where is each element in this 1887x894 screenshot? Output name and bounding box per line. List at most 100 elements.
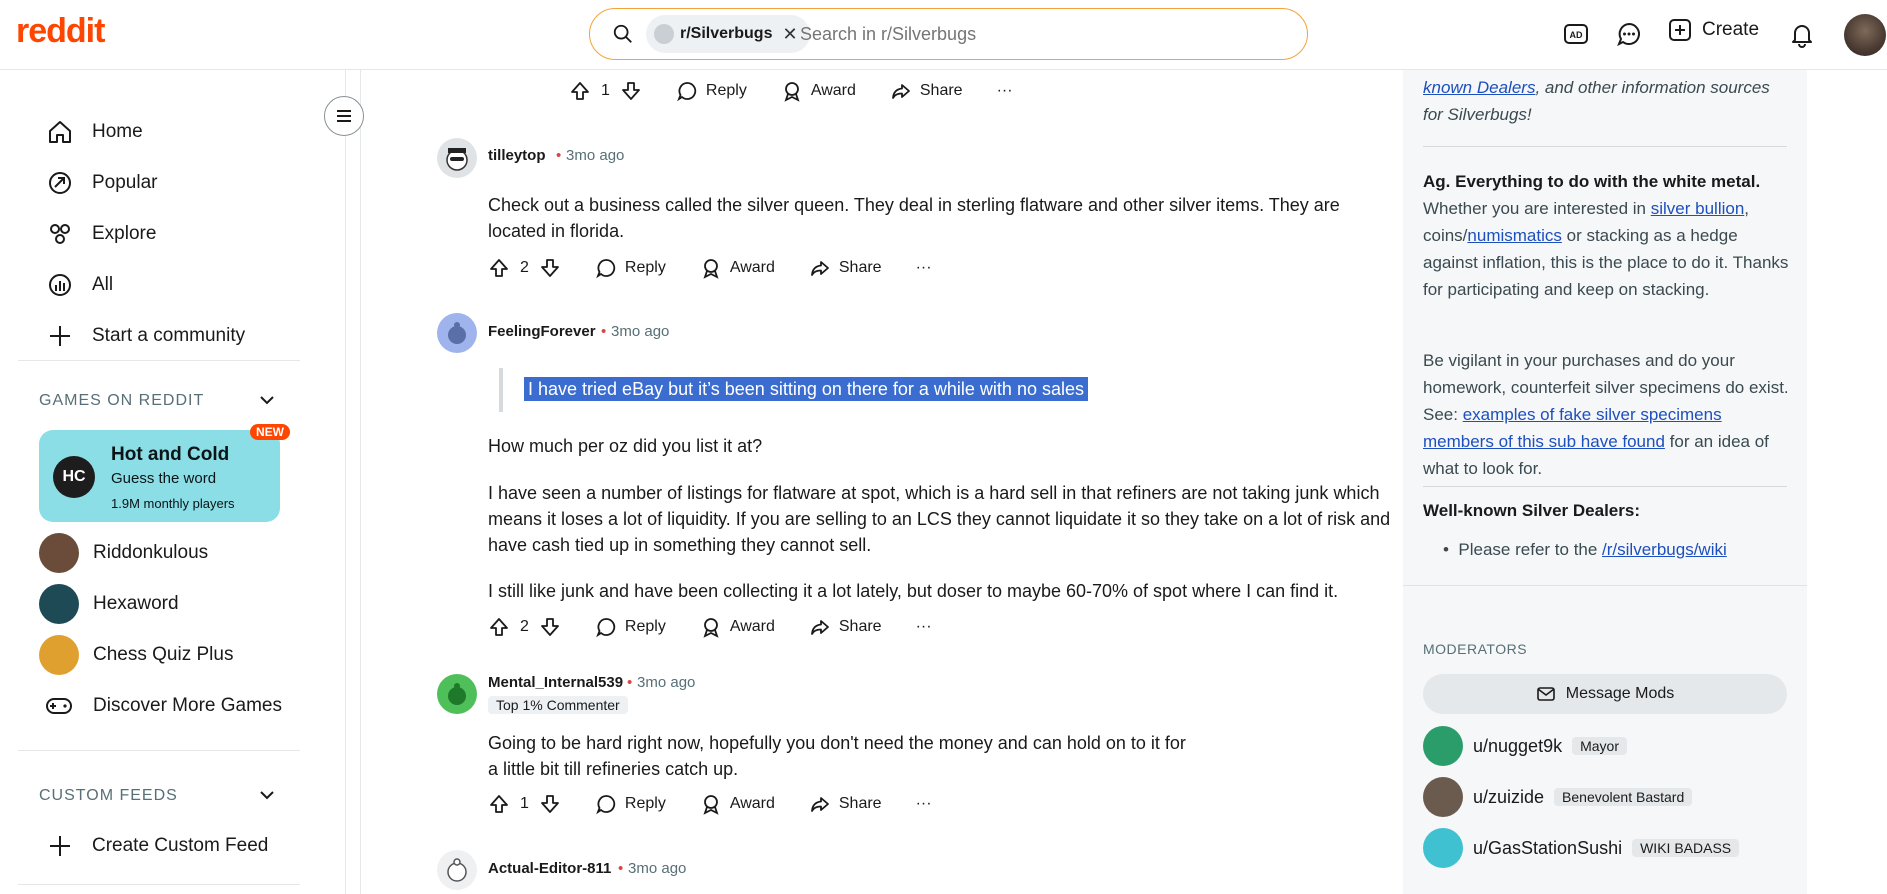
reply-button[interactable]: Reply [595,616,666,638]
vote-control: 1 [488,793,561,815]
subreddit-sidebar: known Dealers, and other information sou… [1403,70,1807,894]
sidebar-item-start-community[interactable]: Start a community [46,320,245,352]
award-icon [703,618,719,638]
create-custom-feed[interactable]: Create Custom Feed [46,830,268,862]
comment-time[interactable]: 3mo ago [566,147,624,164]
downvote-icon[interactable] [620,80,642,102]
moderator-flair: Benevolent Bastard [1554,788,1693,806]
create-button[interactable]: Create [1668,18,1759,42]
sidebar-divider [18,750,300,751]
numismatics-link[interactable]: numismatics [1467,226,1561,245]
more-options-button[interactable]: ··· [916,259,932,277]
silver-bullion-link[interactable]: silver bullion [1651,199,1745,218]
search-icon [613,24,632,43]
moderator-item[interactable]: u/nugget9k Mayor [1423,726,1627,766]
chevron-down-icon[interactable] [255,783,279,807]
snoo-avatar-icon [448,683,466,705]
message-mods-button[interactable]: Message Mods [1423,674,1787,714]
share-icon [810,797,829,812]
popular-icon [49,172,71,194]
game-item-chess-quiz-plus[interactable]: Chess Quiz Plus [39,635,233,675]
award-button[interactable]: Award [700,793,775,815]
share-button[interactable]: Share [809,793,882,815]
avatar[interactable] [437,138,477,178]
upvote-icon[interactable] [569,80,591,102]
reply-button[interactable]: Reply [676,80,747,102]
comment-author[interactable]: tilleytop [488,147,546,164]
share-label: Share [838,618,882,635]
known-dealers-link[interactable]: known Dealers [1423,78,1535,97]
upvote-icon[interactable] [488,793,510,815]
vote-count: 1 [520,795,529,812]
comment-time[interactable]: 3mo ago [611,323,669,340]
share-button[interactable]: Share [890,80,963,102]
game-item-discover-more[interactable]: Discover More Games [39,686,282,726]
notification-bell-icon[interactable] [1788,20,1816,48]
moderator-item[interactable]: u/GasStationSushi WIKI BADASS [1423,828,1740,868]
avatar[interactable] [437,674,477,714]
chat-icon[interactable] [1615,20,1643,48]
wiki-link[interactable]: /r/silverbugs/wiki [1602,540,1727,559]
upvote-icon[interactable] [488,616,510,638]
reddit-logo[interactable]: reddit [16,12,105,51]
moderators-header: MODERATORS [1423,641,1528,657]
share-button[interactable]: Share [809,257,882,279]
share-icon [810,620,829,635]
games-section-header[interactable]: GAMES ON REDDIT [39,392,204,410]
award-label: Award [729,618,775,635]
share-button[interactable]: Share [809,616,882,638]
featured-game-card[interactable]: HC Hot and Cold Guess the word 1.9M mont… [39,430,280,522]
comment-body: Check out a business called the silver q… [488,195,1340,241]
comment-paragraph: How much per oz did you list it at? [488,436,763,456]
chevron-down-icon[interactable] [255,388,279,412]
downvote-icon[interactable] [539,257,561,279]
sidebar-divider [1423,146,1787,147]
award-button[interactable]: Award [700,616,775,638]
reply-button[interactable]: Reply [595,793,666,815]
sidebar-item-all[interactable]: All [46,269,113,301]
more-options-button[interactable]: ··· [916,618,932,636]
avatar[interactable] [437,850,477,890]
advertise-icon[interactable]: AD [1562,20,1590,48]
search-input[interactable] [800,21,1280,47]
thread-line[interactable] [360,70,361,894]
comment-author[interactable]: FeelingForever [488,323,596,340]
subreddit-filter-chip[interactable]: r/Silverbugs ✕ [646,15,810,53]
more-options-button[interactable]: ··· [997,82,1013,100]
sidebar-description: Ag. Everything to do with the white meta… [1423,168,1791,303]
svg-text:AD: AD [1570,30,1583,40]
reply-button[interactable]: Reply [595,257,666,279]
more-options-button[interactable]: ··· [916,795,932,813]
downvote-icon[interactable] [539,793,561,815]
vote-count: 1 [601,82,610,99]
dealers-bullet: • Please refer to the /r/silverbugs/wiki [1443,536,1811,563]
game-item-riddonkulous[interactable]: Riddonkulous [39,533,208,573]
sidebar-intro: known Dealers, and other information sou… [1423,74,1791,128]
dealers-title: Well-known Silver Dealers: [1423,501,1640,520]
award-button[interactable]: Award [700,257,775,279]
bullet-text: Please refer to the [1458,540,1603,559]
upvote-icon[interactable] [488,257,510,279]
moderator-item[interactable]: u/zuizide Benevolent Bastard [1423,777,1693,817]
sidebar-item-explore[interactable]: Explore [46,218,156,250]
hot-and-cold-icon: HC [53,456,95,498]
game-item-hexaword[interactable]: Hexaword [39,584,179,624]
comment-author[interactable]: Mental_Internal539 [488,674,623,691]
search-bar[interactable]: r/Silverbugs ✕ [589,8,1308,60]
comment-time[interactable]: 3mo ago [637,674,695,691]
separator-dot: • [618,860,624,877]
sidebar-collapse-button[interactable] [324,96,364,136]
downvote-icon[interactable] [539,616,561,638]
sidebar-item-popular[interactable]: Popular [46,167,158,199]
custom-feeds-header[interactable]: CUSTOM FEEDS [39,787,178,805]
comment-time[interactable]: 3mo ago [628,860,686,877]
award-button[interactable]: Award [781,80,856,102]
sidebar-item-home[interactable]: Home [46,116,143,148]
user-avatar[interactable] [1844,14,1886,56]
avatar[interactable] [437,313,477,353]
close-icon[interactable]: ✕ [782,24,797,45]
share-icon [891,84,910,99]
avatar [1423,777,1463,817]
comment-author[interactable]: Actual-Editor-811 [488,860,611,877]
snoo-avatar-icon [448,322,466,344]
